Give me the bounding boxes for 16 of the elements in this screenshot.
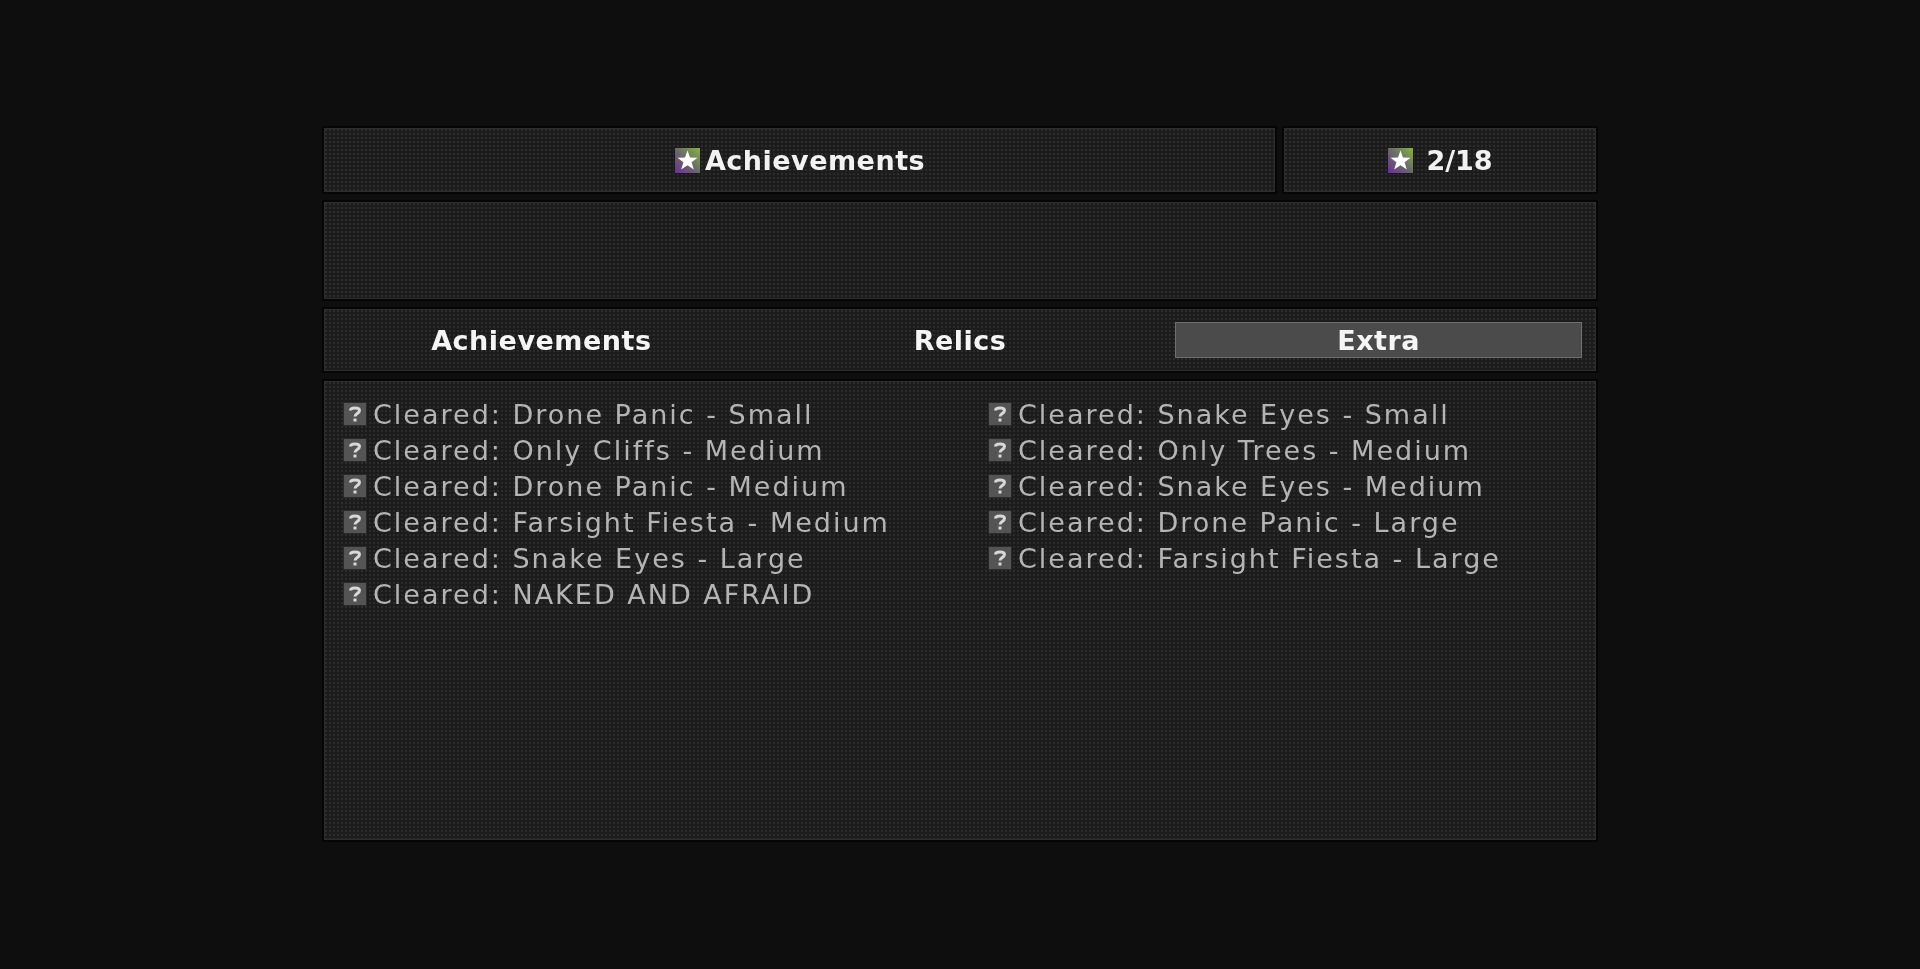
achievement-label: Cleared: Drone Panic - Medium <box>373 472 849 500</box>
window-title: Achievements <box>704 146 926 174</box>
achievement-label: Cleared: Snake Eyes - Medium <box>1018 472 1485 500</box>
achievement-label: Cleared: Snake Eyes - Large <box>373 544 806 572</box>
tab[interactable]: Extra <box>1175 322 1582 358</box>
achievement-label: Cleared: Drone Panic - Small <box>373 400 814 428</box>
achievement-label: Cleared: Farsight Fiesta - Large <box>1018 544 1501 572</box>
achievement-label: Cleared: Farsight Fiesta - Medium <box>373 508 890 536</box>
tab[interactable]: Achievements <box>338 322 745 358</box>
achievement-label: Cleared: Snake Eyes - Small <box>1018 400 1450 428</box>
tab[interactable]: Relics <box>756 322 1164 358</box>
achievement-label: Cleared: Only Trees - Medium <box>1018 436 1472 464</box>
achievement-label: Cleared: Only Cliffs - Medium <box>373 436 825 464</box>
achievement-count: 2/18 <box>1426 146 1493 174</box>
achievement-label: Cleared: Drone Panic - Large <box>1018 508 1460 536</box>
achievement-label: Cleared: NAKED AND AFRAID <box>373 580 815 608</box>
